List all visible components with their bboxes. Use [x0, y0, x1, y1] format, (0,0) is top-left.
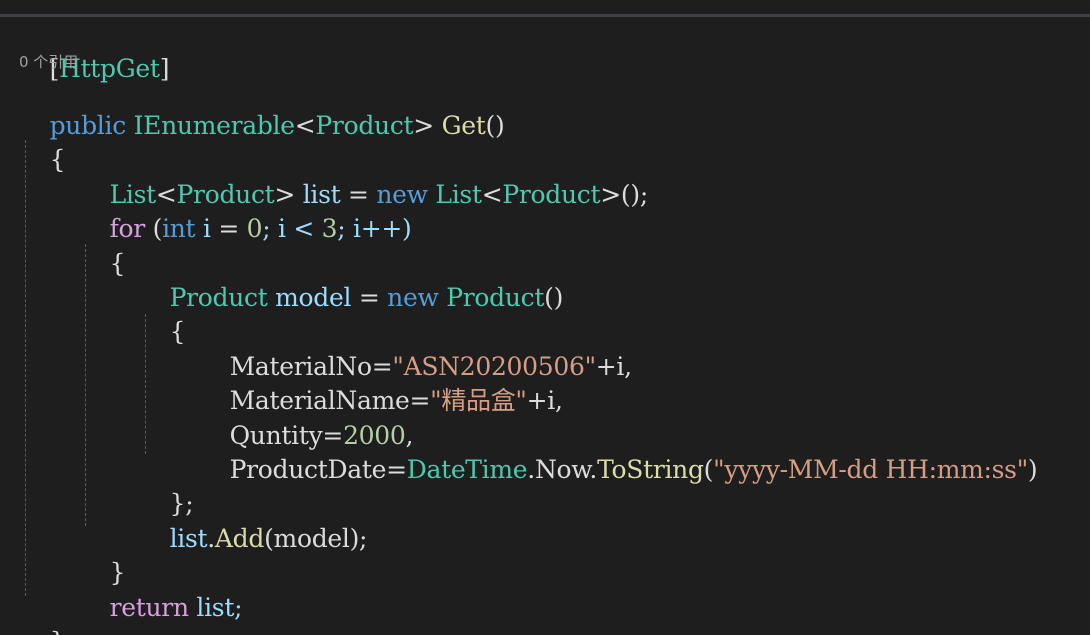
code-line-10[interactable]: MaterialName="精品盒"+i, [199, 350, 563, 415]
punct: () [485, 111, 505, 140]
code-line-3[interactable]: { [19, 109, 66, 174]
method-name: Get [441, 111, 486, 140]
string-literal: "yyyy-MM-dd HH:mm:ss" [713, 455, 1028, 484]
punct: () [544, 283, 564, 312]
expression: ; i++) [337, 214, 412, 243]
editor-top-border [0, 14, 1090, 17]
code-line-7[interactable]: Product model = new Product() [139, 247, 564, 312]
code-line-4[interactable]: List<Product> list = new List<Product>()… [79, 144, 649, 209]
brace: { [49, 145, 66, 174]
punct: . [527, 455, 535, 484]
type-name: Product [315, 111, 414, 140]
punct: ) [1027, 455, 1038, 484]
code-line-2[interactable]: public IEnumerable<Product> Get() [19, 75, 505, 140]
number: 0 [246, 214, 263, 243]
code-line-5[interactable]: for (int i = 0; i < 3; i++) [79, 178, 412, 243]
brace: { [109, 249, 126, 278]
punct: < [294, 111, 316, 140]
brace: } [50, 627, 66, 635]
punct: . [589, 455, 598, 484]
code-line-15[interactable]: } [79, 522, 126, 587]
expression: +i, [526, 386, 563, 415]
code-line-1[interactable]: [HttpGet] [19, 18, 170, 83]
code-line-6[interactable]: { [79, 213, 126, 278]
operator: = [218, 214, 239, 243]
code-line-17[interactable]: } [19, 591, 66, 635]
number: 3 [321, 214, 338, 243]
punct: (); [620, 180, 648, 209]
code-line-12[interactable]: ProductDate=DateTime.Now.ToString("yyyy-… [199, 419, 1038, 484]
operator: = [358, 283, 380, 312]
variable: i [195, 214, 219, 243]
punct: > [413, 111, 434, 140]
variable: list [169, 524, 208, 553]
punct: ( [703, 455, 714, 484]
type-name: DateTime [406, 455, 528, 484]
punct: < [481, 180, 503, 209]
control-keyword: return [109, 593, 189, 622]
type-name: Product [446, 283, 545, 312]
code-editor[interactable]: [HttpGet] 0 个引用 public IEnumerable<Produ… [0, 0, 1090, 635]
code-line-9[interactable]: MaterialNo="ASN20200506"+i, [199, 316, 632, 381]
expression: +i, [595, 352, 632, 381]
code-line-11[interactable]: Quntity=2000, [199, 385, 414, 450]
punct: > [600, 180, 621, 209]
method-name: Add [214, 524, 265, 553]
expression: (model); [264, 524, 368, 553]
type-name: List [435, 180, 482, 209]
method-name: ToString [597, 455, 704, 484]
keyword: new [387, 283, 439, 312]
brace: { [169, 317, 186, 346]
code-line-13[interactable]: }; [139, 453, 194, 518]
member-name: Now [534, 455, 590, 484]
string-literal: "精品盒" [430, 386, 527, 415]
codelens-references[interactable]: 0 个引用 [19, 52, 78, 72]
variable: model [267, 283, 359, 312]
operator: = [386, 455, 407, 484]
expression: list; [188, 593, 243, 622]
expression: ; i < [262, 214, 322, 243]
keyword: int [162, 214, 196, 243]
type-name: Product [502, 180, 601, 209]
code-line-14[interactable]: list.Add(model); [139, 488, 368, 553]
code-line-8[interactable]: { [139, 281, 186, 346]
type-name: IEnumerable [133, 111, 295, 140]
punct: ( [144, 214, 163, 243]
punct: . [207, 524, 215, 553]
code-line-16[interactable]: return list; [79, 557, 243, 622]
property-name: ProductDate [229, 455, 387, 484]
